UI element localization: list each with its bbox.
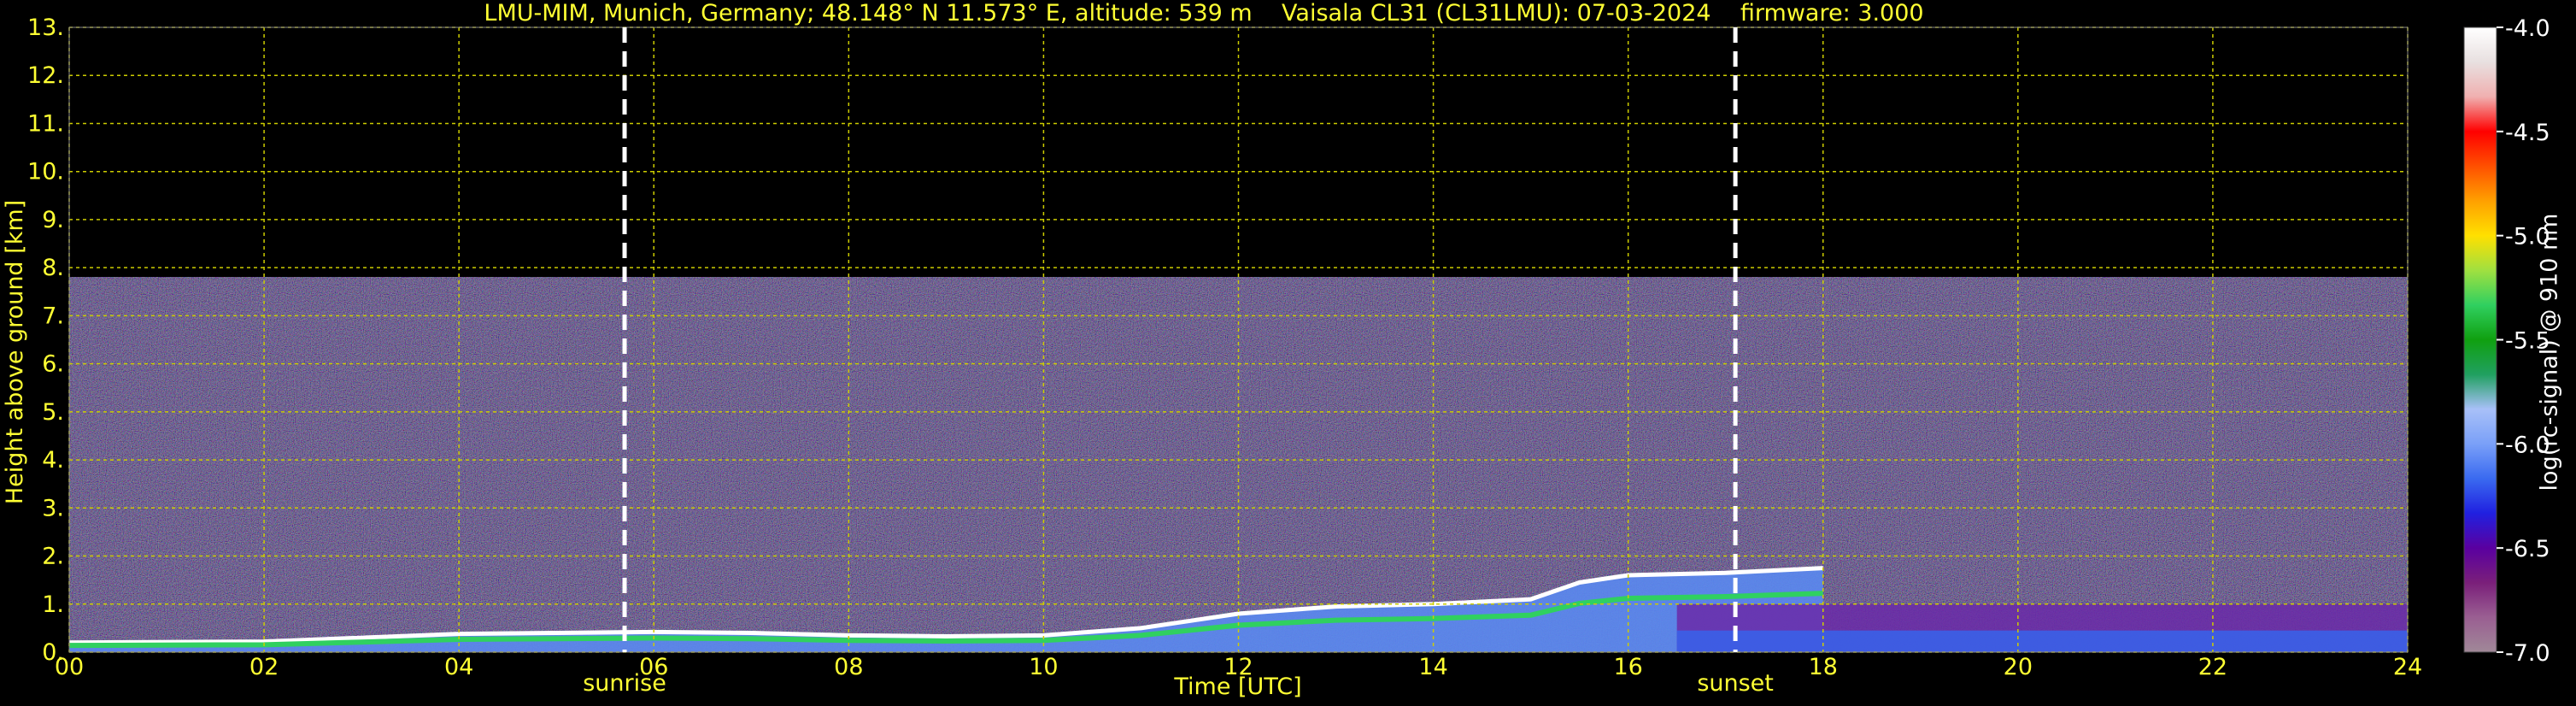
y-tick-label: 10. <box>27 159 64 185</box>
surface-layer <box>1676 630 2408 652</box>
x-tick-label: 20 <box>2004 654 2033 680</box>
y-tick-label: 2. <box>42 544 64 570</box>
y-tick-label: 4. <box>42 447 64 474</box>
colorbar <box>2463 26 2497 653</box>
y-axis-label: Height above ground [km] <box>2 199 28 505</box>
y-tick-label: 11. <box>27 110 64 137</box>
chart-title: LMU-MIM, Munich, Germany; 48.148° N 11.5… <box>0 0 2408 26</box>
title-firmware: firmware: 3.000 <box>1740 0 1924 26</box>
x-tick-label: 18 <box>1809 654 1838 680</box>
y-tick-label: 9. <box>42 207 64 233</box>
y-tick-label: 6. <box>42 351 64 378</box>
y-tick-label: 5. <box>42 399 64 426</box>
y-tick-label: 7. <box>42 303 64 329</box>
colorbar-tick-label: -7.0 <box>2505 640 2550 667</box>
title-site: LMU-MIM, Munich, Germany; 48.148° N 11.5… <box>484 0 1253 26</box>
x-tick-label: 08 <box>834 654 863 680</box>
colorbar-tick-label: -4.0 <box>2505 15 2550 42</box>
x-tick-label: 14 <box>1418 654 1447 680</box>
y-tick-label: 3. <box>42 495 64 521</box>
colorbar-tick-label: -4.5 <box>2505 120 2550 146</box>
chart: 00 02 04 06 08 10 12 14 16 18 20 22 240.1.2.3.4.5.6.… <box>27 15 2550 680</box>
x-tick-label: 22 <box>2198 654 2227 680</box>
y-tick-label: 8. <box>42 255 64 281</box>
sunrise-label: sunrise <box>583 670 666 697</box>
x-tick-label: 16 <box>1613 654 1642 680</box>
colorbar-label: log(rc-signal) @ 910 nm <box>2536 213 2563 491</box>
x-tick-label: 02 <box>249 654 279 680</box>
x-tick-label: 10 <box>1029 654 1058 680</box>
x-axis-label: Time [UTC] <box>1174 674 1302 700</box>
x-tick-label: 04 <box>444 654 473 680</box>
y-tick-label: 12. <box>27 62 64 89</box>
y-tick-label: 0. <box>42 639 64 666</box>
sunset-label: sunset <box>1697 670 1774 697</box>
colorbar-tick-label: -6.5 <box>2505 536 2550 562</box>
y-tick-label: 1. <box>42 591 64 618</box>
title-instrument: Vaisala CL31 (CL31LMU): 07-03-2024 <box>1282 0 1711 26</box>
x-tick-label: 24 <box>2393 654 2422 680</box>
